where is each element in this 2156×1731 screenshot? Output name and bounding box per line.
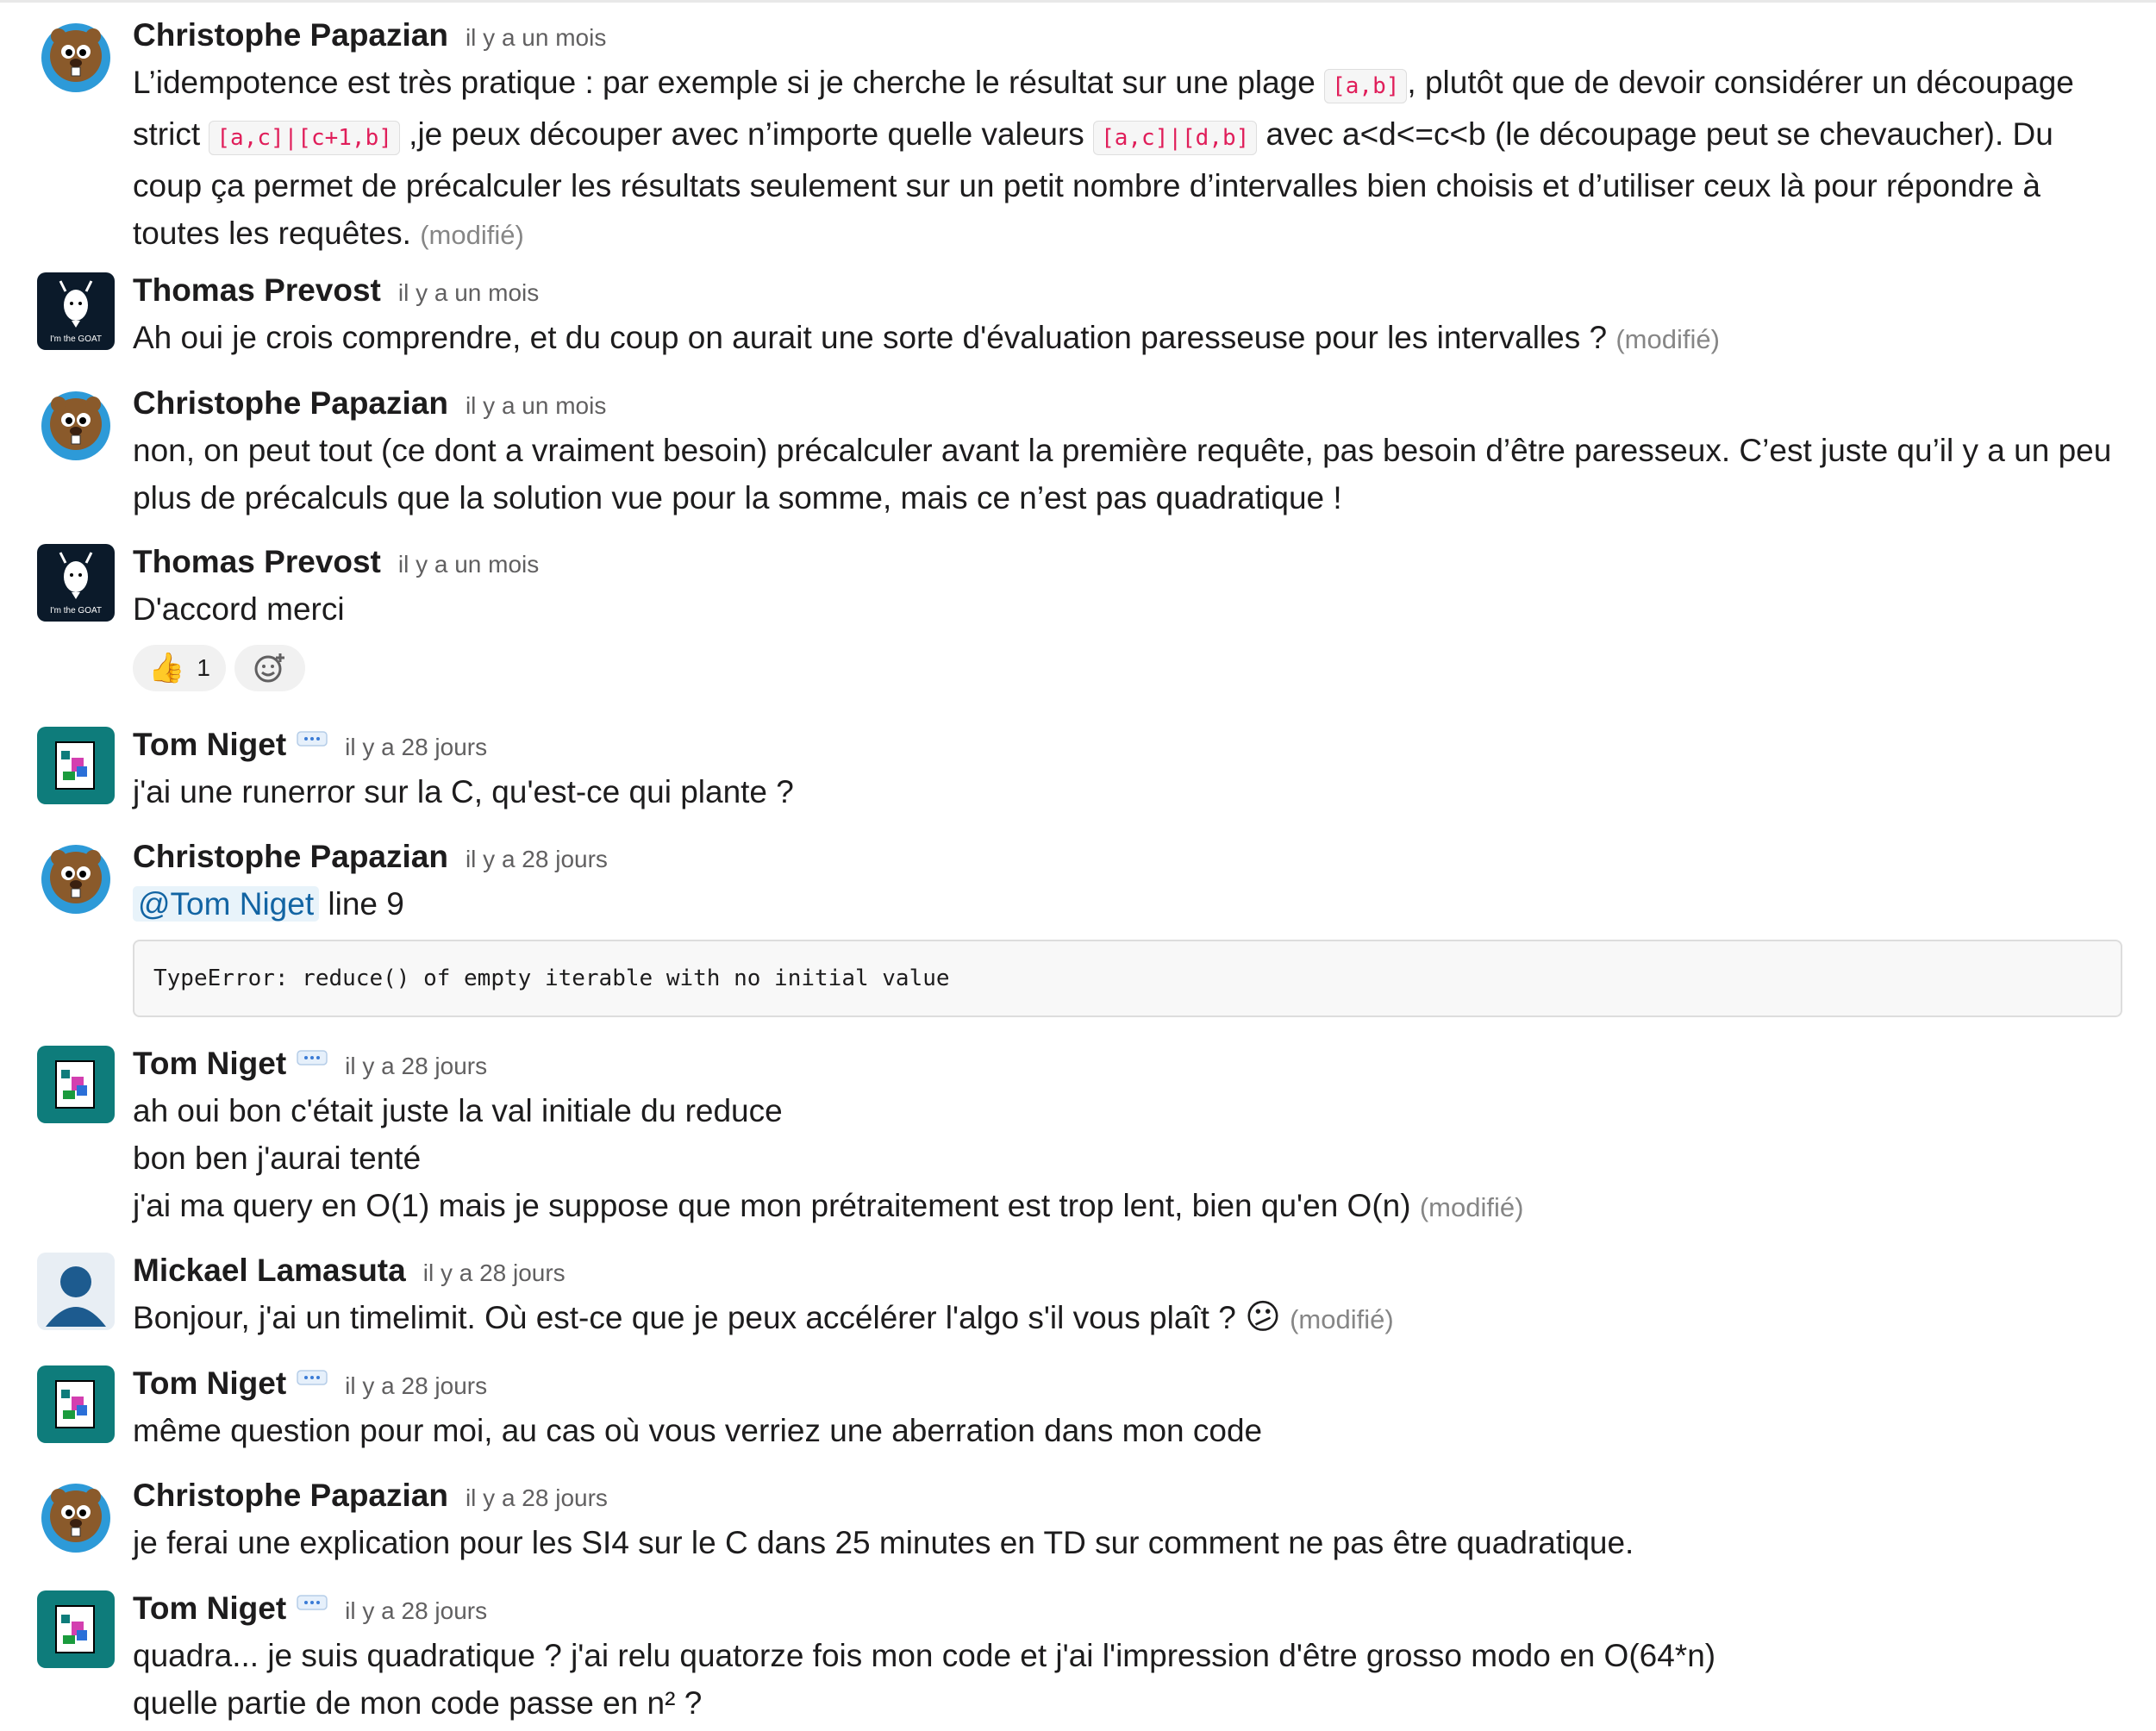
broken-image-avatar-icon [37, 1365, 115, 1443]
text-segment: line 9 [319, 886, 404, 922]
reaction-thumbs-up[interactable]: 👍 1 [133, 645, 226, 691]
beaver-avatar-icon [37, 1478, 115, 1555]
text-segment: ah oui bon c'était juste la val initiale… [133, 1093, 783, 1128]
beaver-avatar-icon [37, 17, 115, 95]
text-segment: non, on peut tout (ce dont a vraiment be… [133, 433, 2112, 468]
author-name[interactable]: Tom Niget [133, 727, 286, 763]
text-segment: strict [133, 116, 209, 152]
timestamp[interactable]: il y a 28 jours [466, 1484, 608, 1512]
edited-label: (modifié) [420, 220, 524, 250]
goat-avatar-icon: I'm the GOAT [37, 272, 115, 350]
avatar-thomas[interactable]: I'm the GOAT [37, 272, 115, 350]
avatar-caption: I'm the GOAT [50, 606, 102, 616]
avatar-tom[interactable] [37, 1046, 115, 1123]
text-segment: toutes les requêtes. [133, 216, 411, 251]
text-segment: Bonjour, j'ai un timelimit. Où est-ce qu… [133, 1300, 1236, 1335]
timestamp[interactable]: il y a 28 jours [345, 1372, 487, 1400]
edited-label: (modifié) [1290, 1304, 1394, 1334]
text-segment: avec a<d<=c<b (le découpage peut se chev… [1257, 116, 2053, 152]
add-emoji-icon [254, 653, 284, 683]
edited-label: (modifié) [1615, 324, 1720, 354]
message-text: quadra... je suis quadratique ? j'ai rel… [133, 1632, 2122, 1727]
author-name[interactable]: Mickael Lamasuta [133, 1253, 406, 1289]
message-text: @Tom Niget line 9 [133, 880, 2122, 928]
inline-code: [a,c]|[d,b] [1093, 121, 1258, 155]
chat-bubble-icon [297, 1370, 328, 1389]
message-feed: Christophe Papazian il y a un mois L’ide… [0, 0, 2156, 1731]
broken-image-avatar-icon [37, 1046, 115, 1123]
message-text: L’idempotence est très pratique : par ex… [133, 59, 2122, 259]
author-name[interactable]: Tom Niget [133, 1046, 286, 1082]
timestamp[interactable]: il y a un mois [466, 392, 606, 420]
avatar-mickael[interactable] [37, 1253, 115, 1330]
thumbs-up-icon: 👍 [148, 652, 185, 684]
text-segment: L’idempotence est très pratique : par ex… [133, 65, 1325, 100]
avatar-caption: I'm the GOAT [50, 334, 102, 344]
avatar-tom[interactable] [37, 727, 115, 804]
timestamp[interactable]: il y a 28 jours [345, 734, 487, 761]
timestamp[interactable]: il y a un mois [398, 279, 539, 307]
reaction-count: 1 [197, 654, 210, 681]
avatar-christophe[interactable] [37, 839, 115, 916]
message-text: j'ai une runerror sur la C, qu'est-ce qu… [133, 774, 794, 809]
text-segment: quadra... je suis quadratique ? j'ai rel… [133, 1638, 1716, 1673]
message-text: non, on peut tout (ce dont a vraiment be… [133, 427, 2122, 522]
author-name[interactable]: Christophe Papazian [133, 17, 448, 53]
text-segment: plus de précalculs que la solution vue p… [133, 480, 1342, 516]
timestamp[interactable]: il y a 28 jours [345, 1597, 487, 1625]
message-text: même question pour moi, au cas où vous v… [133, 1413, 1263, 1448]
add-reaction-button[interactable] [234, 645, 305, 691]
avatar-tom[interactable] [37, 1590, 115, 1668]
avatar-thomas[interactable]: I'm the GOAT [37, 544, 115, 622]
beaver-avatar-icon [37, 385, 115, 463]
inline-code: [a,c]|[c+1,b] [209, 121, 400, 155]
text-segment: Ah oui je crois comprendre, et du coup o… [133, 320, 1608, 355]
inline-code: [a,b] [1324, 69, 1408, 103]
user-mention[interactable]: @Tom Niget [133, 886, 320, 922]
author-name[interactable]: Tom Niget [133, 1590, 286, 1627]
timestamp[interactable]: il y a 28 jours [345, 1053, 487, 1080]
message-text: je ferai une explication pour les SI4 su… [133, 1525, 1634, 1560]
edited-label: (modifié) [1419, 1192, 1524, 1222]
message-text: Ah oui je crois comprendre, et du coup o… [133, 314, 2122, 363]
message-text: ah oui bon c'était juste la val initiale… [133, 1087, 2122, 1231]
timestamp[interactable]: il y a 28 jours [423, 1259, 566, 1287]
timestamp[interactable]: il y a un mois [466, 24, 606, 52]
text-segment: j'ai ma query en O(1) mais je suppose qu… [133, 1188, 1411, 1223]
beaver-avatar-icon [37, 839, 115, 916]
author-name[interactable]: Thomas Prevost [133, 544, 381, 580]
text-segment: , plutôt que de devoir considérer un déc… [1407, 65, 2074, 100]
avatar-christophe[interactable] [37, 385, 115, 463]
chat-bubble-icon [297, 1595, 328, 1614]
text-segment: bon ben j'aurai tenté [133, 1140, 422, 1176]
avatar-tom[interactable] [37, 1365, 115, 1443]
message-text: Bonjour, j'ai un timelimit. Où est-ce qu… [133, 1294, 2122, 1343]
code-block: TypeError: reduce() of empty iterable wi… [133, 940, 2122, 1017]
avatar-christophe[interactable] [37, 17, 115, 95]
timestamp[interactable]: il y a un mois [398, 551, 539, 578]
author-name[interactable]: Christophe Papazian [133, 385, 448, 422]
author-name[interactable]: Christophe Papazian [133, 839, 448, 875]
avatar-christophe[interactable] [37, 1478, 115, 1555]
reactions-bar: 👍 1 [133, 645, 2122, 691]
timestamp[interactable]: il y a 28 jours [466, 846, 608, 873]
chat-bubble-icon [297, 1050, 328, 1069]
text-segment: coup ça permet de précalculer les résult… [133, 168, 2040, 203]
chat-bubble-icon [297, 731, 328, 750]
author-name[interactable]: Tom Niget [133, 1365, 286, 1402]
default-user-avatar-icon [37, 1253, 115, 1330]
message-text: D'accord merci [133, 591, 345, 627]
confused-face-icon: 😕 [1245, 1298, 1281, 1336]
author-name[interactable]: Thomas Prevost [133, 272, 381, 309]
text-segment: ,je peux découper avec n’importe quelle … [399, 116, 1094, 152]
goat-avatar-icon: I'm the GOAT [37, 544, 115, 622]
author-name[interactable]: Christophe Papazian [133, 1478, 448, 1514]
text-segment: quelle partie de mon code passe en n² ? [133, 1685, 703, 1721]
broken-image-avatar-icon [37, 727, 115, 804]
broken-image-avatar-icon [37, 1590, 115, 1668]
